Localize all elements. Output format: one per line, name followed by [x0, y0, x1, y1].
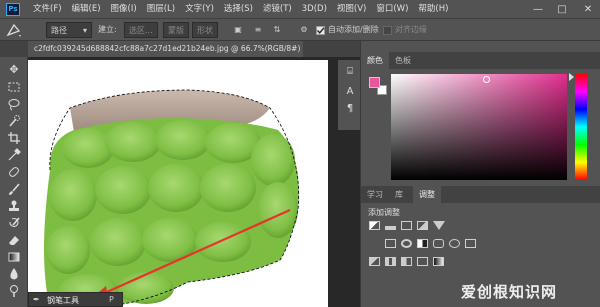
tab-adjustments[interactable]: 调整 [413, 186, 441, 203]
make-label: 建立: [98, 25, 117, 34]
minimize-button[interactable]: — [526, 0, 550, 19]
move-icon[interactable]: ✥ [7, 63, 21, 77]
posterize-icon[interactable] [385, 257, 396, 266]
quick-select-icon[interactable] [7, 114, 21, 128]
marquee-icon[interactable] [7, 80, 21, 94]
menu-bar: Ps 文件(F) 编辑(E) 图像(I) 图层(L) 文字(Y) 选择(S) 滤… [0, 0, 600, 19]
eraser-icon[interactable] [7, 233, 21, 247]
foreground-color-swatch[interactable] [369, 77, 380, 88]
main-menu: 文件(F) 编辑(E) 图像(I) 图层(L) 文字(Y) 选择(S) 滤镜(T… [28, 0, 453, 19]
exposure-icon[interactable] [417, 221, 428, 230]
tab-color[interactable]: 颜色 [361, 52, 389, 69]
color-picker-cursor[interactable] [483, 76, 490, 83]
tab-learn[interactable]: 学习 [361, 186, 389, 203]
color-balance-icon[interactable] [401, 239, 412, 248]
right-panels: 颜色 色板 学习 库 调整 添加调整 爱创根知识网 [360, 41, 600, 307]
quilt-image [44, 89, 299, 307]
tab-libraries[interactable]: 库 [389, 186, 409, 203]
color-picker-field[interactable] [391, 74, 567, 180]
invert-icon[interactable] [369, 257, 380, 266]
menu-edit[interactable]: 编辑(E) [67, 0, 106, 19]
hue-slider-handle[interactable] [569, 73, 574, 81]
threshold-icon[interactable] [401, 257, 412, 266]
color-panel-tabs: 颜色 色板 [361, 52, 600, 69]
menu-select[interactable]: 选择(S) [219, 0, 258, 19]
path-alignment-icon[interactable]: ≡ [252, 22, 264, 38]
document-canvas[interactable] [28, 60, 328, 307]
selective-color-icon[interactable] [417, 257, 428, 266]
tab-swatches[interactable]: 色板 [389, 52, 417, 69]
auto-add-delete-label: 自动添加/删除 [328, 25, 379, 34]
path-arrangement-icon[interactable]: ⇅ [270, 22, 284, 38]
maximize-button[interactable]: □ [550, 0, 574, 19]
menu-type[interactable]: 文字(Y) [180, 0, 219, 19]
menu-view[interactable]: 视图(V) [332, 0, 371, 19]
watermark-text: 爱创根知识网 [461, 283, 558, 301]
close-window-button[interactable]: ✕ [576, 0, 600, 19]
pen-tool-preset-icon[interactable] [4, 21, 24, 39]
auto-add-delete-checkbox[interactable] [316, 26, 325, 35]
gradient-icon[interactable] [7, 250, 21, 264]
menu-layer[interactable]: 图层(L) [142, 0, 180, 19]
crop-icon[interactable] [7, 131, 21, 145]
pen-mode-select[interactable]: 路径 ▾ [46, 22, 92, 38]
lasso-icon[interactable] [7, 97, 21, 111]
make-selection-button[interactable]: 选区... [124, 22, 158, 38]
color-lookup-icon[interactable] [465, 239, 476, 248]
tool-shortcut-label: P [109, 295, 114, 304]
adjustment-row-3 [369, 257, 479, 269]
curves-icon[interactable] [401, 221, 412, 230]
tools-panel: ✥ [0, 57, 28, 307]
character-panel-icon[interactable]: A [344, 86, 356, 98]
stamp-icon[interactable] [7, 199, 21, 213]
menu-help[interactable]: 帮助(H) [413, 0, 453, 19]
adjustment-row-1 [369, 221, 479, 233]
adjustments-title: 添加调整 [368, 208, 400, 217]
hue-slider[interactable] [575, 74, 587, 180]
menu-file[interactable]: 文件(F) [28, 0, 67, 19]
align-edges-label: 对齐边缘 [395, 25, 427, 34]
document-tab-bar: c2fdfc039245d688842cfc88a7c27d1ed21b24eb… [0, 41, 360, 57]
dodge-icon[interactable] [7, 284, 21, 298]
history-panel-icon[interactable]: ⌸ [344, 66, 356, 78]
document-title: c2fdfc039245d688842cfc88a7c27d1ed21b24eb… [34, 44, 303, 53]
menu-image[interactable]: 图像(I) [106, 0, 142, 19]
vibrance-icon[interactable] [433, 221, 445, 230]
tool-name-label: 钢笔工具 [47, 296, 79, 305]
blur-icon[interactable] [7, 267, 21, 281]
document-tab[interactable]: c2fdfc039245d688842cfc88a7c27d1ed21b24eb… [28, 41, 303, 57]
history-brush-icon[interactable] [7, 216, 21, 230]
adjust-panel-tabs: 学习 库 调整 [361, 186, 600, 203]
photo-filter-icon[interactable] [433, 239, 444, 248]
chevron-down-icon: ▾ [82, 26, 87, 35]
brightness-icon[interactable] [369, 221, 380, 230]
panel-dock-strip: ⌸ A ¶ [338, 60, 360, 130]
canvas-area[interactable] [28, 57, 360, 307]
make-shape-button[interactable]: 形状 [192, 22, 218, 38]
brush-icon[interactable] [7, 182, 21, 196]
menu-window[interactable]: 窗口(W) [371, 0, 413, 19]
tool-tooltip: ✒ 钢笔工具 P [28, 292, 123, 307]
adjustment-row-2 [385, 239, 495, 251]
align-edges-checkbox[interactable] [383, 26, 392, 35]
pen-icon: ✒ [33, 295, 40, 304]
menu-filter[interactable]: 滤镜(T) [258, 0, 297, 19]
paragraph-panel-icon[interactable]: ¶ [344, 103, 356, 115]
photoshop-logo-icon: Ps [6, 3, 20, 16]
gradient-map-icon[interactable] [433, 257, 444, 266]
make-mask-button[interactable]: 蒙版 [163, 22, 189, 38]
options-bar: 路径 ▾ 建立: 选区... 蒙版 形状 ▣ ≡ ⇅ ⚙ 自动添加/删除 对齐边缘 [0, 19, 600, 41]
hue-saturation-icon[interactable] [385, 239, 396, 248]
gear-icon[interactable]: ⚙ [298, 22, 310, 38]
menu-3d[interactable]: 3D(D) [297, 0, 332, 19]
levels-icon[interactable] [385, 221, 396, 230]
healing-icon[interactable] [7, 165, 21, 179]
eyedropper-icon[interactable] [7, 148, 21, 162]
black-white-icon[interactable] [417, 239, 428, 248]
path-operations-icon[interactable]: ▣ [232, 22, 244, 38]
channel-mixer-icon[interactable] [449, 239, 460, 248]
